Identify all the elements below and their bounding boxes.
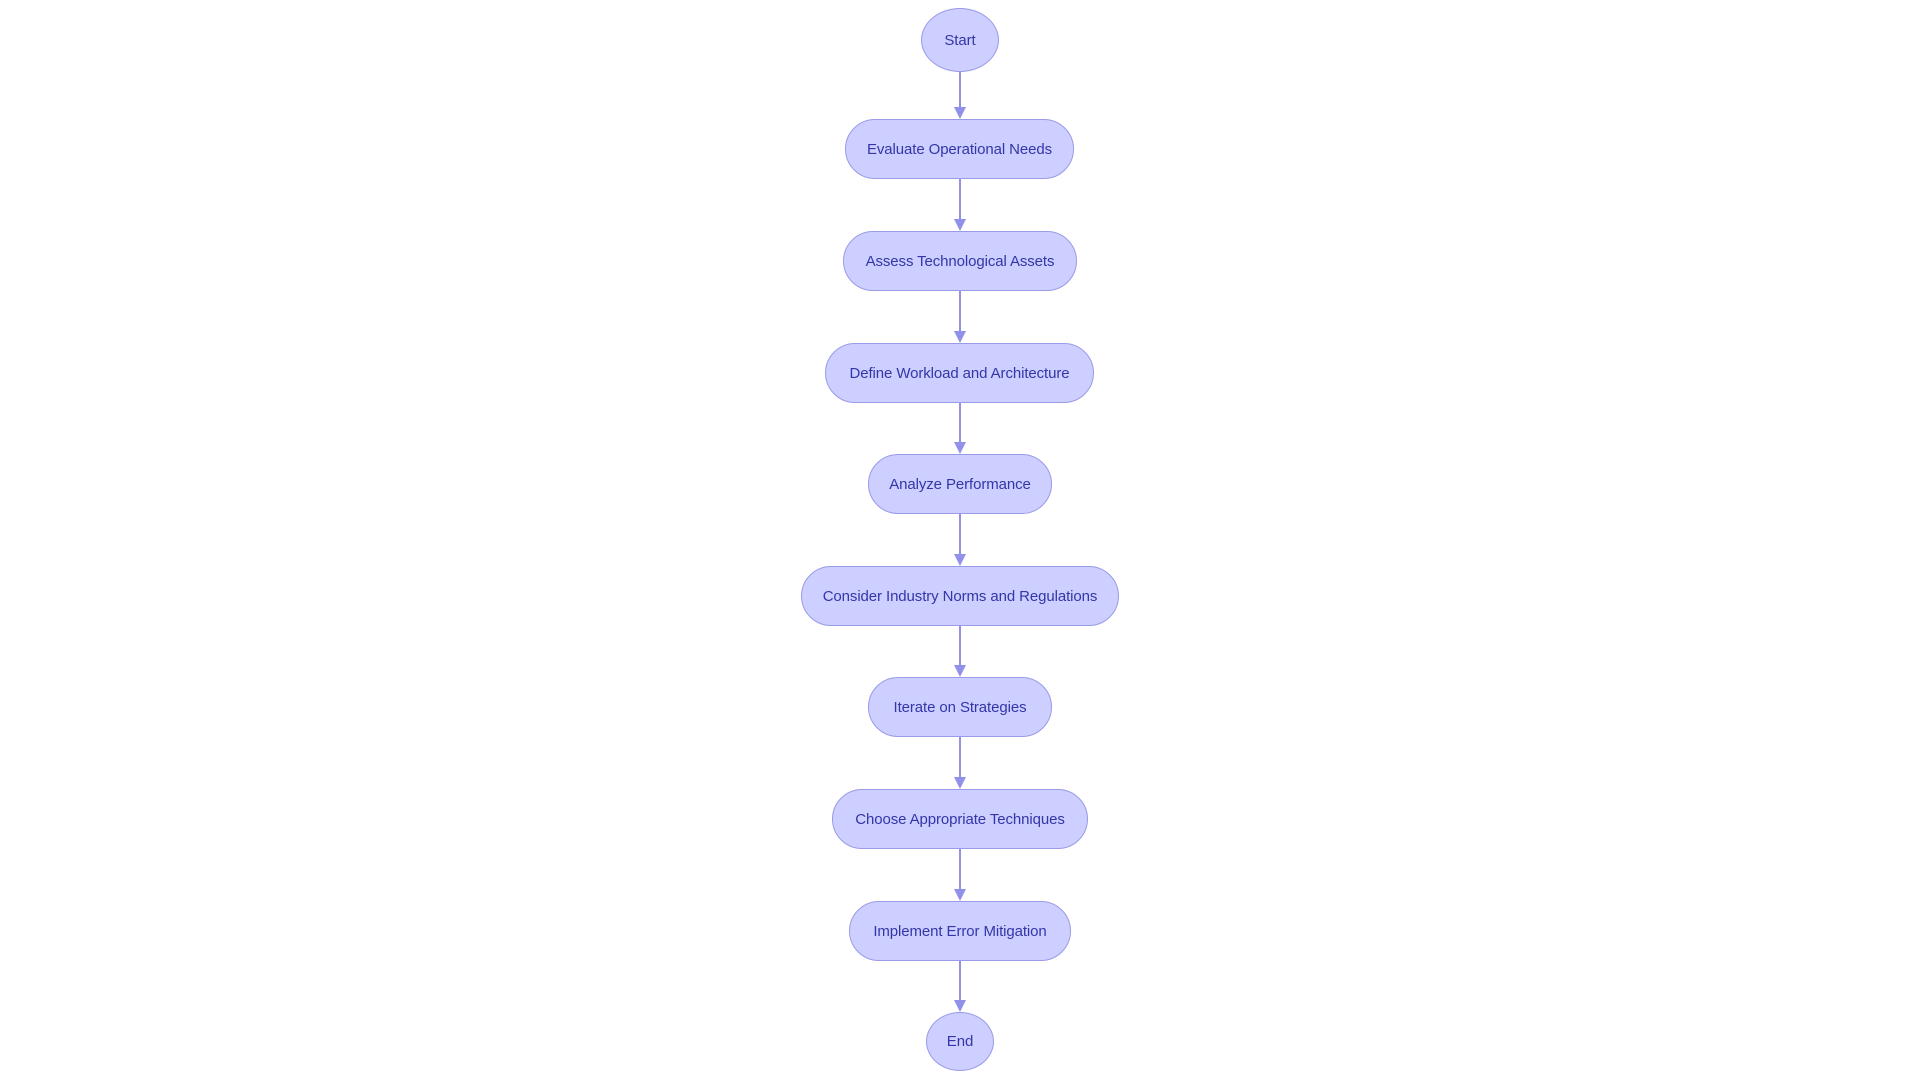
edge-start-to-evaluate [954,72,966,119]
node-consider-industry-norms: Consider Industry Norms and Regulations [801,566,1119,626]
edge-consider-to-iterate [954,626,966,677]
node-analyze-performance: Analyze Performance [868,454,1052,514]
arrowhead-icon [954,219,966,231]
node-end: End [926,1012,994,1071]
node-implement-error-mitigation: Implement Error Mitigation [849,901,1071,961]
node-define-workload-and-architecture: Define Workload and Architecture [825,343,1094,403]
arrowhead-icon [954,777,966,789]
arrowhead-icon [954,107,966,119]
edge-implement-to-end [954,961,966,1012]
node-choose-appropriate-techniques: Choose Appropriate Techniques [832,789,1088,849]
edge-choose-to-implement [954,849,966,901]
edge-iterate-to-choose [954,737,966,789]
arrowhead-icon [954,442,966,454]
arrowhead-icon [954,665,966,677]
edge-define-to-analyze [954,403,966,454]
node-start: Start [921,8,999,72]
node-evaluate-operational-needs: Evaluate Operational Needs [845,119,1074,179]
arrowhead-icon [954,889,966,901]
edge-evaluate-to-assess [954,179,966,231]
edge-analyze-to-consider [954,514,966,566]
edge-assess-to-define [954,291,966,343]
arrowhead-icon [954,331,966,343]
arrowhead-icon [954,554,966,566]
flowchart: Start Evaluate Operational Needs Assess … [0,0,1920,1080]
arrowhead-icon [954,1000,966,1012]
node-assess-technological-assets: Assess Technological Assets [843,231,1077,291]
node-iterate-on-strategies: Iterate on Strategies [868,677,1052,737]
